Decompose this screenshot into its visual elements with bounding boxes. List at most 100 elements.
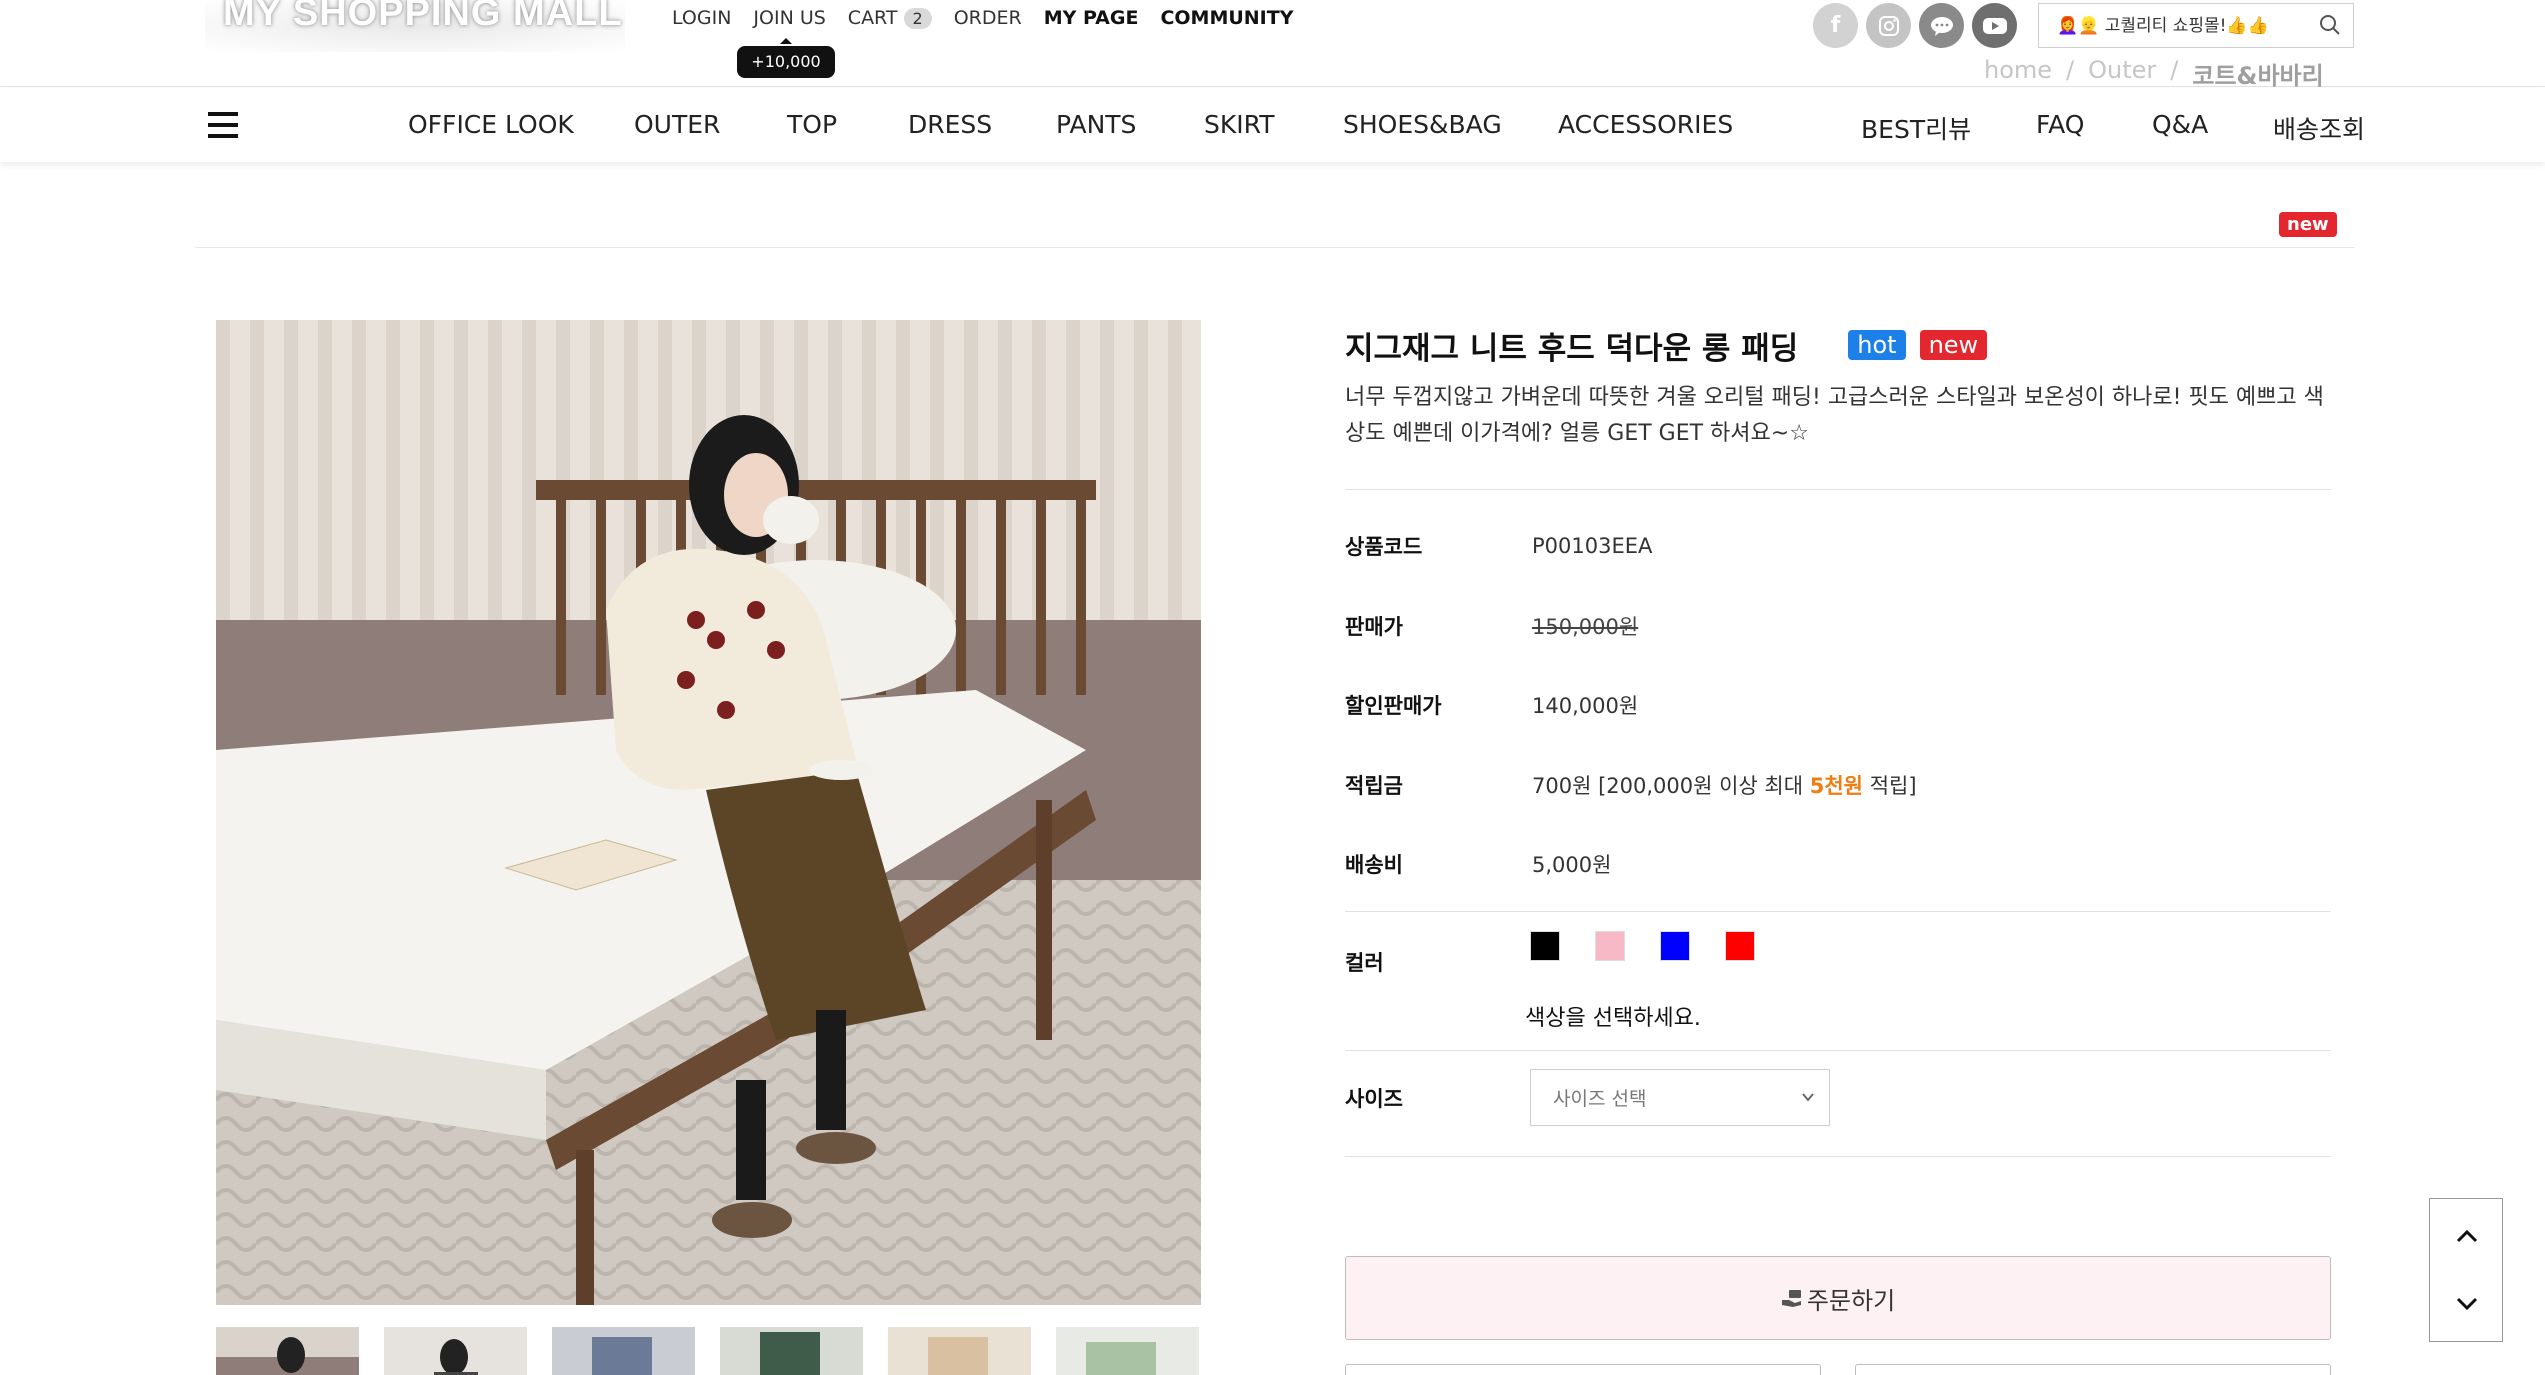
color-label: 컬러	[1345, 951, 1384, 975]
login-link[interactable]: LOGIN	[672, 7, 731, 29]
menu-icon[interactable]	[208, 112, 238, 138]
thumbnail-image[interactable]	[384, 1327, 527, 1375]
breadcrumb-home[interactable]: home	[1984, 56, 2052, 91]
sale-price-row: 할인판매가 140,000원	[1345, 685, 2331, 725]
main-nav: OFFICE LOOK OUTER TOP DRESS PANTS SKIRT …	[0, 88, 2545, 162]
info-divider	[1345, 489, 2331, 490]
nav-faq[interactable]: FAQ	[2036, 110, 2084, 139]
points-highlight: 5천원	[1809, 774, 1864, 798]
cart-label: CART	[847, 7, 898, 29]
product-code-value: P00103EEA	[1532, 534, 1653, 558]
cart-count-badge: 2	[903, 8, 932, 29]
instagram-icon[interactable]	[1866, 3, 1911, 48]
sale-price-value: 140,000원	[1532, 694, 1639, 718]
site-logo[interactable]: MY SHOPPING MALL	[205, 0, 625, 52]
search-box	[2038, 3, 2354, 48]
color-swatch-red[interactable]	[1725, 931, 1755, 961]
nav-outer[interactable]: OUTER	[634, 110, 720, 139]
thumbnail-image[interactable]	[1056, 1327, 1199, 1375]
order-button-label: 주문하기	[1806, 1286, 1896, 1315]
hand-money-icon	[1781, 1290, 1801, 1307]
points-value: 700원 [200,000원 이상 최대 5천원 적립]	[1532, 770, 1917, 800]
size-row: 사이즈	[1345, 1078, 2331, 1118]
search-input[interactable]	[2057, 15, 2307, 36]
breadcrumb-separator: /	[2066, 56, 2075, 84]
shipping-row: 배송비 5,000원	[1345, 844, 2331, 884]
section-divider	[195, 247, 2355, 248]
price-label: 판매가	[1345, 615, 1403, 639]
search-icon[interactable]	[2319, 14, 2341, 36]
size-select[interactable]: 사이즈 선택	[1530, 1069, 1830, 1126]
social-links: f	[1813, 3, 2025, 48]
nav-qna[interactable]: Q&A	[2152, 110, 2208, 139]
join-link[interactable]: JOIN US	[753, 7, 825, 29]
order-link[interactable]: ORDER	[954, 7, 1022, 29]
options-divider	[1345, 911, 2331, 912]
size-divider-top	[1345, 1050, 2331, 1051]
scroll-up-icon[interactable]	[2452, 1221, 2482, 1251]
wishlist-button[interactable]	[1855, 1364, 2331, 1375]
talk-icon[interactable]	[1919, 3, 1964, 48]
product-code-label: 상품코드	[1345, 535, 1423, 559]
hot-badge: hot	[1848, 330, 1906, 360]
mypage-link[interactable]: MY PAGE	[1044, 7, 1139, 29]
points-text: 700원 [200,000원 이상 최대	[1532, 774, 1810, 798]
color-swatch-pink[interactable]	[1595, 931, 1625, 961]
cart-button[interactable]	[1345, 1364, 1821, 1375]
size-select-value: 사이즈 선택	[1553, 1088, 1647, 1110]
thumbnail-image[interactable]	[720, 1327, 863, 1375]
logo-text: MY SHOPPING MALL	[223, 0, 623, 34]
original-price: 150,000원	[1532, 615, 1639, 639]
breadcrumb-separator: /	[2170, 56, 2179, 84]
thumbnail-image[interactable]	[552, 1327, 695, 1375]
product-code-row: 상품코드 P00103EEA	[1345, 526, 2331, 566]
color-swatches	[1530, 931, 1790, 961]
community-link[interactable]: COMMUNITY	[1160, 7, 1293, 29]
scroll-controls	[2429, 1198, 2503, 1342]
nav-shoes-bag[interactable]: SHOES&BAG	[1343, 110, 1502, 139]
product-title-row: 지그재그 니트 후드 덕다운 롱 패딩 hot new	[1345, 320, 2331, 370]
size-label: 사이즈	[1345, 1087, 1403, 1111]
facebook-icon[interactable]: f	[1813, 3, 1858, 48]
top-header: MY SHOPPING MALL LOGIN JOIN US CART 2 ORD…	[0, 0, 2545, 90]
points-text-end: 적립]	[1863, 774, 1917, 798]
color-row: 컬러	[1345, 942, 2331, 982]
new-badge: new	[1919, 330, 1988, 360]
thumbnail-image[interactable]	[888, 1327, 1031, 1375]
breadcrumb-current[interactable]: 코트&바바리	[2192, 56, 2323, 91]
chevron-down-icon	[1802, 1093, 1814, 1102]
cart-link[interactable]: CART 2	[848, 7, 932, 29]
size-divider-bottom	[1345, 1156, 2331, 1157]
nav-office-look[interactable]: OFFICE LOOK	[408, 110, 574, 139]
shipping-label: 배송비	[1345, 853, 1403, 877]
color-swatch-black[interactable]	[1530, 931, 1560, 961]
shipping-value: 5,000원	[1532, 853, 1612, 877]
product-main-image[interactable]	[216, 320, 1201, 1305]
youtube-icon[interactable]	[1972, 3, 2017, 48]
section-new-badge: new	[2279, 212, 2337, 237]
nav-pants[interactable]: PANTS	[1056, 110, 1136, 139]
product-info: 지그재그 니트 후드 덕다운 롱 패딩 hot new 너무 두껍지않고 가벼운…	[1345, 320, 2331, 452]
nav-skirt[interactable]: SKIRT	[1204, 110, 1274, 139]
points-label: 적립금	[1345, 774, 1403, 798]
nav-best-review[interactable]: BEST리뷰	[1861, 110, 1971, 146]
sale-price-label: 할인판매가	[1345, 694, 1442, 718]
nav-dress[interactable]: DRESS	[908, 110, 992, 139]
color-swatch-blue[interactable]	[1660, 931, 1690, 961]
product-name: 지그재그 니트 후드 덕다운 롱 패딩	[1345, 330, 1799, 367]
product-thumbnails	[216, 1327, 1224, 1375]
thumbnail-image[interactable]	[216, 1327, 359, 1375]
product-description: 너무 두껍지않고 가벼운데 따뜻한 겨울 오리털 패딩! 고급스러운 스타일과 …	[1345, 385, 2324, 446]
nav-top[interactable]: TOP	[787, 110, 837, 139]
nav-accessories[interactable]: ACCESSORIES	[1558, 110, 1733, 139]
order-button[interactable]: 주문하기	[1345, 1256, 2331, 1340]
join-reward-tooltip: +10,000	[737, 38, 835, 78]
breadcrumb: home / Outer / 코트&바바리	[1984, 56, 2324, 91]
nav-delivery-check[interactable]: 배송조회	[2273, 110, 2365, 146]
points-row: 적립금 700원 [200,000원 이상 최대 5천원 적립]	[1345, 765, 2331, 805]
top-links: LOGIN JOIN US CART 2 ORDER MY PAGE COMMUN…	[672, 4, 1315, 32]
color-hint: 색상을 선택하세요.	[1525, 1006, 1701, 1031]
breadcrumb-outer[interactable]: Outer	[2088, 56, 2156, 91]
scroll-down-icon[interactable]	[2452, 1289, 2482, 1319]
price-row: 판매가 150,000원	[1345, 606, 2331, 646]
